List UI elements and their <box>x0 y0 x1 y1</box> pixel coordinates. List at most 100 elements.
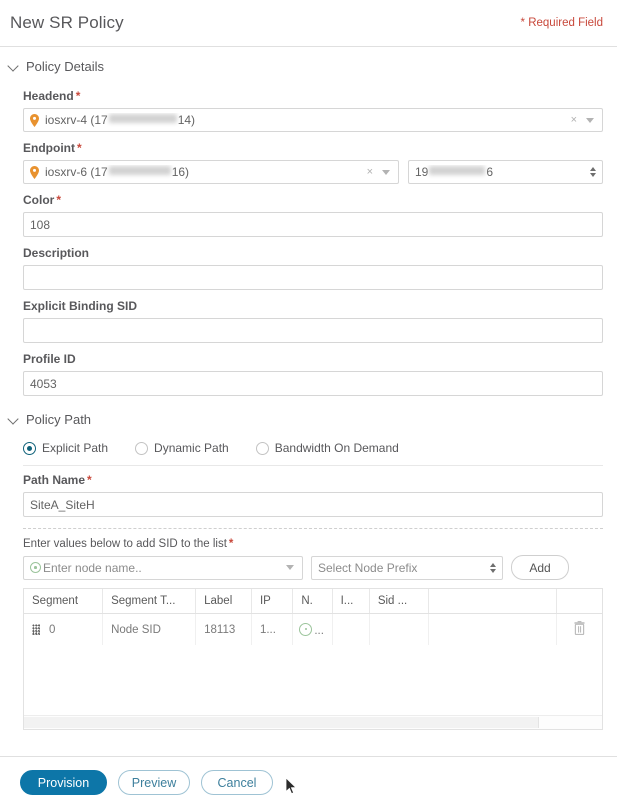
cell-segment: 0 <box>24 614 103 646</box>
radio-explicit-path[interactable]: Explicit Path <box>23 441 108 455</box>
endpoint-value: iosxrv-6 (17 16) <box>45 165 367 179</box>
section-policy-path-label: Policy Path <box>26 412 91 427</box>
explicit-binding-sid-input[interactable] <box>23 318 603 343</box>
node-name-input[interactable]: Enter node name.. <box>23 556 303 580</box>
headend-label: Headend* <box>23 89 603 103</box>
dialog-header: New SR Policy * Required Field <box>0 0 617 47</box>
add-button[interactable]: Add <box>511 555 569 580</box>
provision-button[interactable]: Provision <box>20 770 107 795</box>
redacted-ip <box>429 166 485 175</box>
map-pin-icon <box>30 166 39 179</box>
cell-label: 18113 <box>196 614 252 646</box>
horizontal-scrollbar[interactable] <box>24 715 602 729</box>
path-name-input[interactable]: SiteA_SiteH <box>23 492 603 517</box>
radio-selected-icon[interactable] <box>23 442 36 455</box>
table-row[interactable]: 0 Node SID 18113 1... ... <box>24 614 602 646</box>
chevron-down-icon <box>8 61 20 73</box>
radio-dynamic-path[interactable]: Dynamic Path <box>135 441 229 455</box>
spinner-updown-icon[interactable] <box>490 563 496 573</box>
color-required-marker: * <box>56 193 61 207</box>
cell-sid <box>369 614 428 646</box>
chevron-down-icon <box>8 414 20 426</box>
radio-dynamic-path-label: Dynamic Path <box>154 441 229 455</box>
endpoint-input[interactable]: iosxrv-6 (17 16) × <box>23 160 399 184</box>
node-prefix-placeholder: Select Node Prefix <box>318 561 486 575</box>
description-input[interactable] <box>23 265 603 290</box>
profile-id-value: 4053 <box>30 377 596 391</box>
column-header-ip[interactable]: IP <box>251 589 292 614</box>
color-label: Color* <box>23 193 603 207</box>
cell-n-value: ... <box>314 625 324 637</box>
endpoint-label: Endpoint* <box>23 141 603 155</box>
green-circle-icon <box>30 562 41 573</box>
trash-icon[interactable] <box>573 621 586 635</box>
cell-n: ... <box>293 614 332 646</box>
chevron-down-icon[interactable] <box>286 565 294 570</box>
sid-table: Segment Segment T... Label IP N. I... Si… <box>24 589 602 645</box>
profile-id-input[interactable]: 4053 <box>23 371 603 396</box>
required-field-note: * Required Field <box>521 17 603 29</box>
dialog-footer: Provision Preview Cancel <box>0 756 617 808</box>
cell-actions <box>556 614 602 646</box>
column-header-label[interactable]: Label <box>196 589 252 614</box>
radio-unselected-icon[interactable] <box>135 442 148 455</box>
policy-details-fields: Headend* iosxrv-4 (17 14) × Endpoint* io… <box>0 89 617 396</box>
cancel-button[interactable]: Cancel <box>201 770 273 795</box>
redacted-ip <box>109 166 171 175</box>
table-header-row: Segment Segment T... Label IP N. I... Si… <box>24 589 602 614</box>
radio-bandwidth-on-demand-label: Bandwidth On Demand <box>275 441 399 455</box>
cell-spacer <box>428 614 556 646</box>
endpoint-required-marker: * <box>77 141 82 155</box>
column-header-segment[interactable]: Segment <box>24 589 103 614</box>
column-header-spacer <box>428 589 556 614</box>
spinner-updown-icon[interactable] <box>590 167 596 177</box>
chevron-down-icon[interactable] <box>382 170 390 175</box>
close-icon[interactable]: × <box>571 115 577 126</box>
path-name-label: Path Name* <box>23 473 603 487</box>
scrollbar-thumb[interactable] <box>24 717 539 728</box>
sid-instruction: Enter values below to add SID to the lis… <box>0 529 617 555</box>
endpoint-address-value: 19 6 <box>415 165 586 179</box>
profile-id-label: Profile ID <box>23 352 603 366</box>
column-header-segment-type[interactable]: Segment T... <box>103 589 196 614</box>
description-label: Description <box>23 246 603 260</box>
preview-button[interactable]: Preview <box>118 770 190 795</box>
green-circle-icon <box>299 623 312 636</box>
chevron-down-icon[interactable] <box>586 118 594 123</box>
redacted-ip <box>109 114 177 123</box>
cell-segment-value: 0 <box>49 624 55 636</box>
radio-bandwidth-on-demand[interactable]: Bandwidth On Demand <box>256 441 399 455</box>
endpoint-row: iosxrv-6 (17 16) × 19 6 <box>23 160 603 184</box>
endpoint-address-select[interactable]: 19 6 <box>408 160 603 184</box>
sid-add-row: Enter node name.. Select Node Prefix Add <box>0 555 617 580</box>
divider <box>23 465 603 466</box>
sid-required-marker: * <box>229 538 233 550</box>
close-icon[interactable]: × <box>367 167 373 178</box>
node-name-placeholder: Enter node name.. <box>43 561 286 575</box>
section-policy-details-label: Policy Details <box>26 59 104 74</box>
headend-input[interactable]: iosxrv-4 (17 14) × <box>23 108 603 132</box>
page-title: New SR Policy <box>10 13 124 33</box>
sid-table-container: Segment Segment T... Label IP N. I... Si… <box>23 588 603 730</box>
cell-i <box>332 614 369 646</box>
radio-unselected-icon[interactable] <box>256 442 269 455</box>
path-name-field: Path Name* SiteA_SiteH <box>0 473 617 517</box>
node-prefix-select[interactable]: Select Node Prefix <box>311 556 503 580</box>
cell-segment-type: Node SID <box>103 614 196 646</box>
drag-handle-icon[interactable] <box>32 624 40 635</box>
section-policy-details-header[interactable]: Policy Details <box>0 47 617 80</box>
color-value: 108 <box>30 218 596 232</box>
new-sr-policy-dialog: New SR Policy * Required Field Policy De… <box>0 0 617 808</box>
headend-required-marker: * <box>76 89 81 103</box>
color-input[interactable]: 108 <box>23 212 603 237</box>
section-policy-path-header[interactable]: Policy Path <box>0 396 617 433</box>
column-header-sid[interactable]: Sid ... <box>369 589 428 614</box>
headend-value: iosxrv-4 (17 14) <box>45 113 571 127</box>
map-pin-icon <box>30 114 39 127</box>
column-header-n[interactable]: N. <box>293 589 332 614</box>
radio-explicit-path-label: Explicit Path <box>42 441 108 455</box>
column-header-actions <box>556 589 602 614</box>
column-header-i[interactable]: I... <box>332 589 369 614</box>
path-name-value: SiteA_SiteH <box>30 498 596 512</box>
path-name-required-marker: * <box>87 473 92 487</box>
